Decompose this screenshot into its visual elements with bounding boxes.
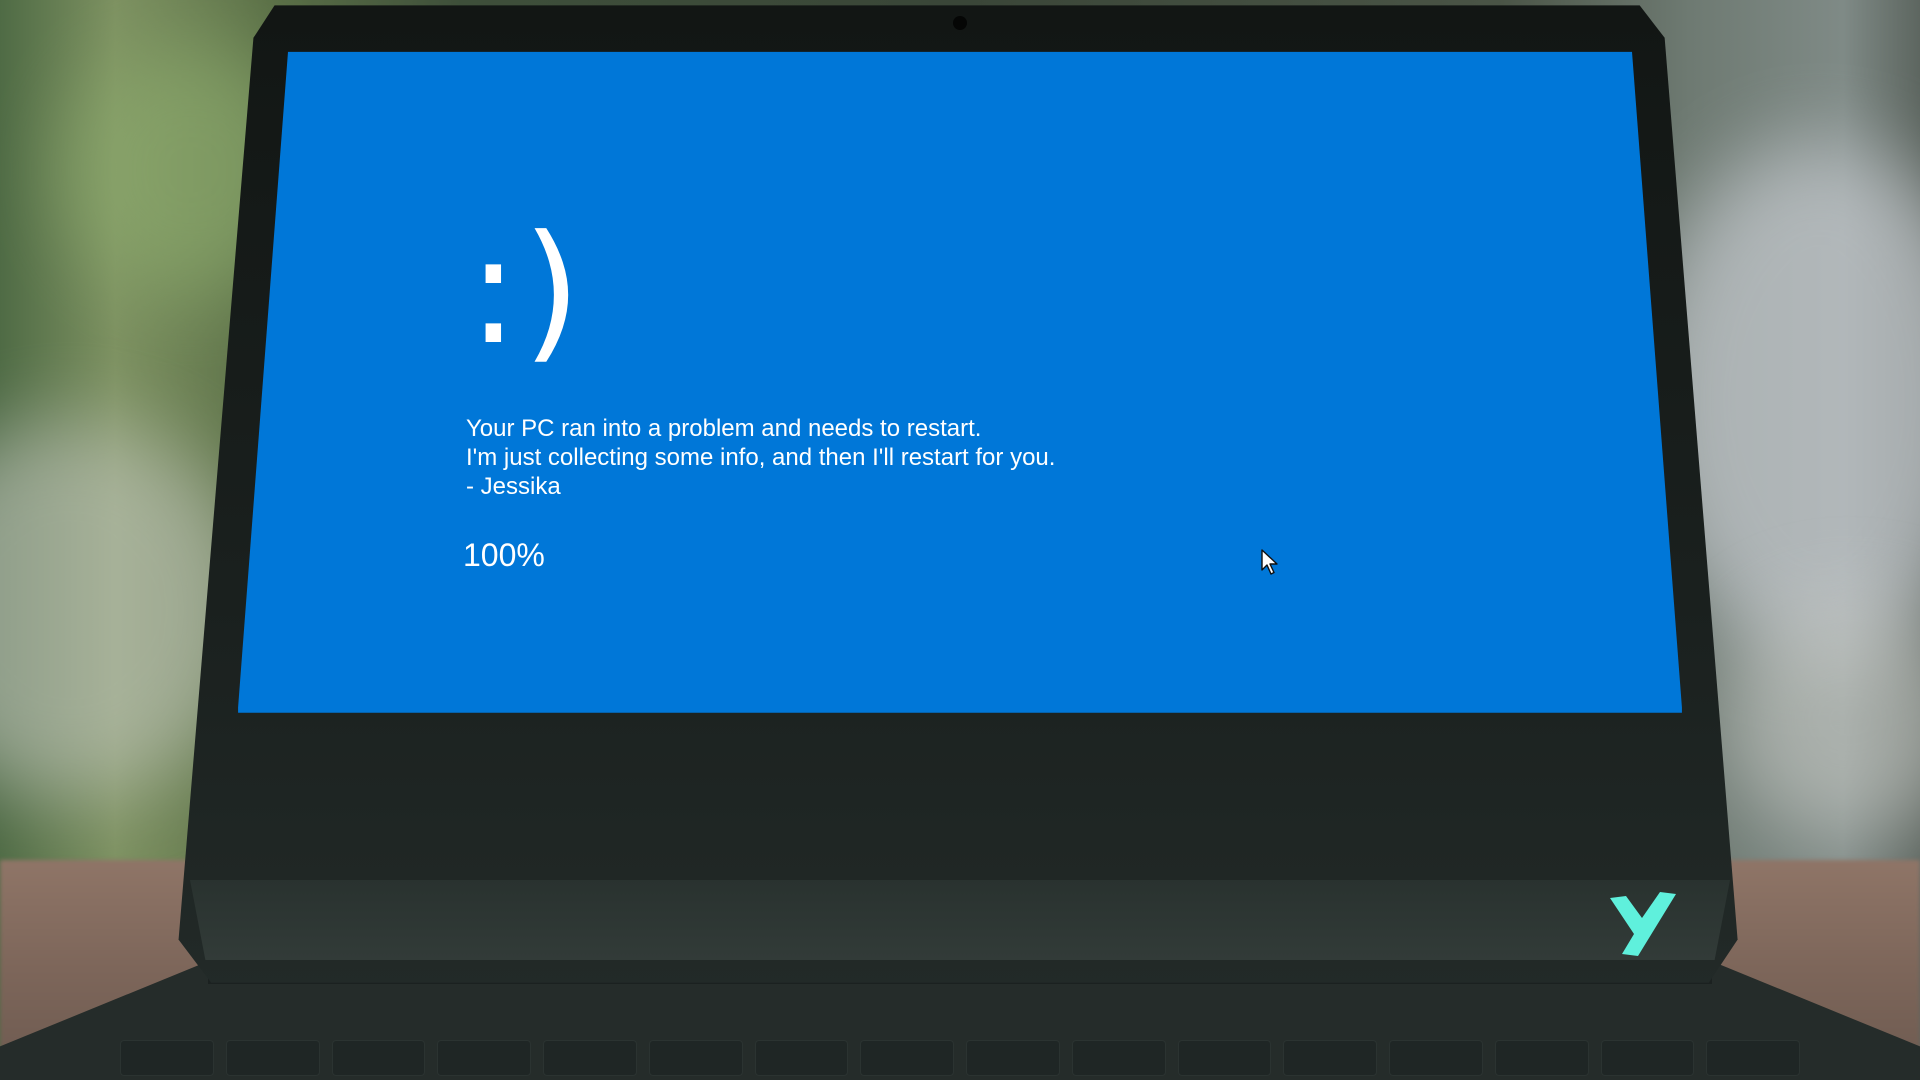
keyboard-key	[1283, 1040, 1377, 1076]
keyboard-key	[966, 1040, 1060, 1076]
keyboard-key	[860, 1040, 954, 1076]
keyboard-key	[1071, 1040, 1166, 1076]
keyboard-key	[1706, 1040, 1800, 1076]
keyboard-key	[331, 1040, 426, 1076]
bsod-message-line: Your PC ran into a problem and needs to …	[466, 415, 982, 442]
keyboard-key	[754, 1040, 849, 1076]
mouse-cursor-icon	[1261, 549, 1278, 575]
bsod-message: Your PC ran into a problem and needs to …	[466, 414, 1055, 501]
keyboard-key	[543, 1040, 637, 1076]
laptop-chin	[190, 880, 1730, 960]
keyboard-key	[225, 1040, 320, 1076]
brand-y-logo-icon	[1610, 892, 1676, 956]
keyboard-key	[1177, 1040, 1272, 1076]
webcam-icon	[953, 16, 967, 30]
bsod-message-line: I'm just collecting some info, and then …	[466, 444, 1056, 471]
game-scene: :) Your PC ran into a problem and needs …	[0, 0, 1920, 1080]
bsod-signature: - Jessika	[466, 473, 561, 500]
keyboard-key	[648, 1040, 743, 1076]
bsod-progress: 100%	[463, 537, 545, 573]
keyboard-row	[120, 1040, 1800, 1080]
bsod-emoticon: :)	[468, 204, 586, 378]
keyboard-key	[120, 1040, 214, 1076]
keyboard-key	[437, 1040, 531, 1076]
keyboard-key	[1494, 1040, 1589, 1076]
keyboard-key	[1389, 1040, 1483, 1076]
keyboard-key	[1600, 1040, 1695, 1076]
